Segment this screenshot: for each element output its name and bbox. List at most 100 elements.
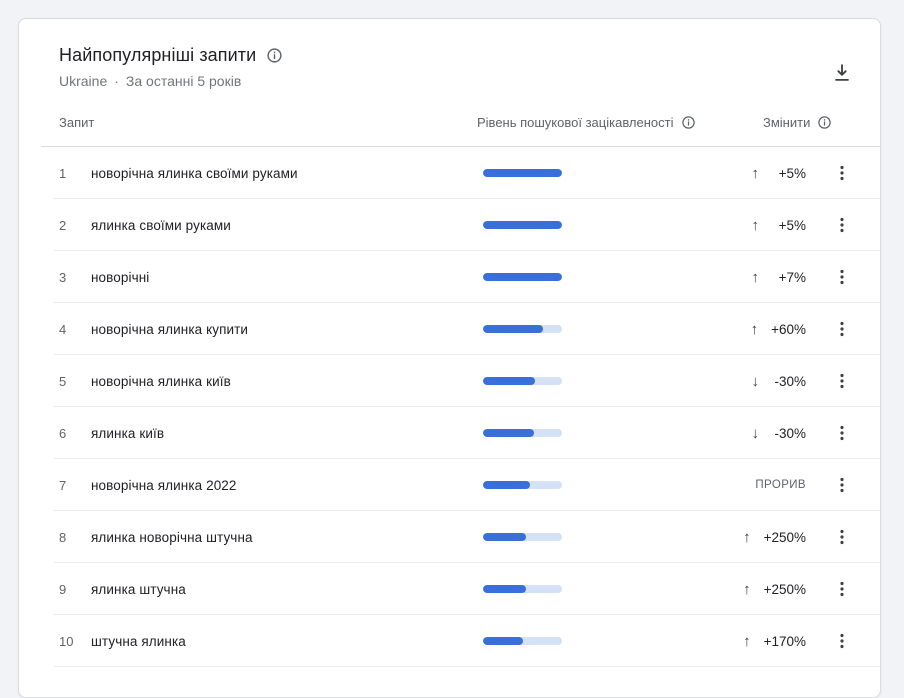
interest-bar-fill	[483, 377, 535, 385]
row-rank: 7	[59, 478, 91, 493]
arrow-up-icon: ↑	[752, 218, 760, 233]
query-label[interactable]: штучна ялинка	[91, 634, 483, 649]
card-header-text: Найпопулярніші запити Ukraine · За остан…	[59, 45, 283, 89]
query-label[interactable]: новорічна ялинка купити	[91, 322, 483, 337]
query-label[interactable]: ялинка своїми руками	[91, 218, 483, 233]
download-button[interactable]	[826, 57, 858, 89]
change-value: +7%	[772, 270, 806, 285]
kebab-menu-icon	[832, 475, 852, 495]
row-menu-button[interactable]	[824, 571, 860, 607]
table-row: 9 ялинка штучна ↑ +250%	[19, 563, 880, 615]
change-value: +5%	[772, 166, 806, 181]
interest-bar-fill	[483, 585, 526, 593]
interest-bar-fill	[483, 637, 523, 645]
arrow-down-icon: ↓	[752, 426, 760, 441]
change-cell: ↓ -30%	[563, 426, 816, 441]
row-rank: 5	[59, 374, 91, 389]
interest-bar	[483, 429, 562, 437]
interest-bar	[483, 325, 562, 333]
change-value: +60%	[771, 322, 806, 337]
row-menu-button[interactable]	[824, 259, 860, 295]
kebab-menu-icon	[832, 527, 852, 547]
change-cell: ↑ +7%	[563, 270, 816, 285]
query-list: 1 новорічна ялинка своїми руками ↑ +5% 2…	[19, 147, 880, 667]
kebab-menu-icon	[832, 267, 852, 287]
subtitle-period: За останні 5 років	[126, 73, 241, 89]
row-rank: 2	[59, 218, 91, 233]
change-cell: ↑ +60%	[563, 322, 816, 337]
arrow-up-icon: ↑	[751, 322, 759, 337]
kebab-menu-icon	[832, 631, 852, 651]
query-label[interactable]: новорічні	[91, 270, 483, 285]
row-rank: 8	[59, 530, 91, 545]
change-cell: ↑ +170%	[563, 634, 816, 649]
page-title: Найпопулярніші запити	[59, 45, 256, 66]
change-value: +250%	[764, 582, 806, 597]
change-value: +170%	[764, 634, 806, 649]
interest-bar-fill	[483, 481, 530, 489]
change-info-icon[interactable]	[817, 115, 832, 130]
column-header-change: Змінити	[763, 115, 832, 130]
column-header-query: Запит	[59, 115, 94, 130]
interest-info-icon[interactable]	[681, 115, 696, 130]
row-menu-button[interactable]	[824, 415, 860, 451]
column-header-interest: Рівень пошукової зацікавленості	[477, 115, 696, 130]
table-row: 1 новорічна ялинка своїми руками ↑ +5%	[19, 147, 880, 199]
table-row: 8 ялинка новорічна штучна ↑ +250%	[19, 511, 880, 563]
kebab-menu-icon	[832, 579, 852, 599]
interest-bar-fill	[483, 429, 534, 437]
row-rank: 4	[59, 322, 91, 337]
row-rank: 10	[59, 634, 91, 649]
table-row: 6 ялинка київ ↓ -30%	[19, 407, 880, 459]
row-menu-button[interactable]	[824, 207, 860, 243]
change-cell: ↑ +5%	[563, 218, 816, 233]
table-row: 2 ялинка своїми руками ↑ +5%	[19, 199, 880, 251]
change-cell: ↓ -30%	[563, 374, 816, 389]
row-menu-button[interactable]	[824, 363, 860, 399]
change-value: ПРОРИВ	[755, 479, 806, 491]
kebab-menu-icon	[832, 215, 852, 235]
row-menu-button[interactable]	[824, 519, 860, 555]
subtitle-separator: ·	[114, 73, 119, 89]
row-menu-button[interactable]	[824, 467, 860, 503]
table-row: 3 новорічні ↑ +7%	[19, 251, 880, 303]
arrow-up-icon: ↑	[743, 582, 751, 597]
arrow-up-icon: ↑	[743, 634, 751, 649]
interest-bar	[483, 169, 562, 177]
query-label[interactable]: новорічна ялинка 2022	[91, 478, 483, 493]
row-menu-button[interactable]	[824, 623, 860, 659]
row-rank: 9	[59, 582, 91, 597]
interest-bar	[483, 533, 562, 541]
row-menu-button[interactable]	[824, 155, 860, 191]
table-header: Запит Рівень пошукової зацікавленості Зм…	[19, 107, 880, 147]
interest-bar-fill	[483, 325, 543, 333]
query-label[interactable]: ялинка штучна	[91, 582, 483, 597]
query-label[interactable]: ялинка новорічна штучна	[91, 530, 483, 545]
table-row: 10 штучна ялинка ↑ +170%	[19, 615, 880, 667]
query-label[interactable]: новорічна ялинка київ	[91, 374, 483, 389]
download-icon	[831, 62, 853, 84]
interest-bar	[483, 481, 562, 489]
interest-bar	[483, 585, 562, 593]
kebab-menu-icon	[832, 319, 852, 339]
kebab-menu-icon	[832, 163, 852, 183]
top-queries-card: Найпопулярніші запити Ukraine · За остан…	[18, 18, 881, 698]
row-rank: 3	[59, 270, 91, 285]
row-menu-button[interactable]	[824, 311, 860, 347]
card-header: Найпопулярніші запити Ukraine · За остан…	[19, 19, 880, 89]
query-label[interactable]: ялинка київ	[91, 426, 483, 441]
kebab-menu-icon	[832, 371, 852, 391]
row-rank: 6	[59, 426, 91, 441]
arrow-up-icon: ↑	[743, 530, 751, 545]
kebab-menu-icon	[832, 423, 852, 443]
change-cell: ↑ +250%	[563, 582, 816, 597]
interest-bar-fill	[483, 169, 562, 177]
interest-bar	[483, 221, 562, 229]
change-cell: ↑ +5%	[563, 166, 816, 181]
interest-bar	[483, 273, 562, 281]
table-row: 4 новорічна ялинка купити ↑ +60%	[19, 303, 880, 355]
change-value: +250%	[764, 530, 806, 545]
title-info-icon[interactable]	[266, 47, 283, 64]
arrow-up-icon: ↑	[752, 270, 760, 285]
query-label[interactable]: новорічна ялинка своїми руками	[91, 166, 483, 181]
